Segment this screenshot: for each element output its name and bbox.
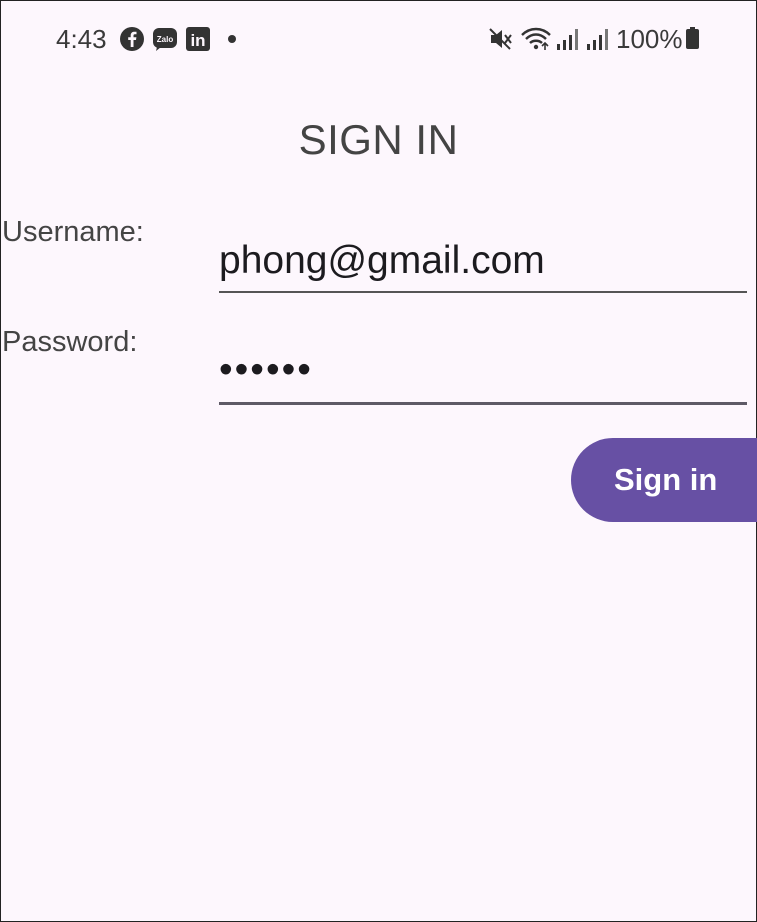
password-label: Password:: [2, 326, 138, 358]
sign-in-button-label: Sign in: [614, 462, 718, 497]
wifi-icon: [521, 27, 551, 50]
notification-dot-icon: [228, 35, 236, 43]
status-bar: 4:43 Zalo in 100%: [0, 0, 757, 80]
linkedin-icon-text: in: [190, 31, 205, 50]
password-field[interactable]: ••••••: [219, 345, 747, 405]
sign-in-button[interactable]: Sign in: [571, 438, 757, 522]
facebook-icon: [120, 27, 144, 51]
linkedin-icon: in: [186, 27, 210, 51]
signal-icon: [587, 29, 608, 50]
mute-icon: [489, 28, 512, 50]
page-title: SIGN IN: [298, 116, 459, 163]
status-time: 4:43: [56, 24, 107, 54]
battery-percentage: 100%: [616, 24, 683, 54]
username-label: Username:: [2, 216, 144, 248]
battery-icon: [686, 27, 699, 49]
zalo-icon: Zalo: [153, 28, 177, 51]
zalo-icon-text: Zalo: [157, 35, 174, 44]
signal-icon: [557, 29, 578, 50]
username-field[interactable]: phong@gmail.com: [219, 236, 747, 293]
